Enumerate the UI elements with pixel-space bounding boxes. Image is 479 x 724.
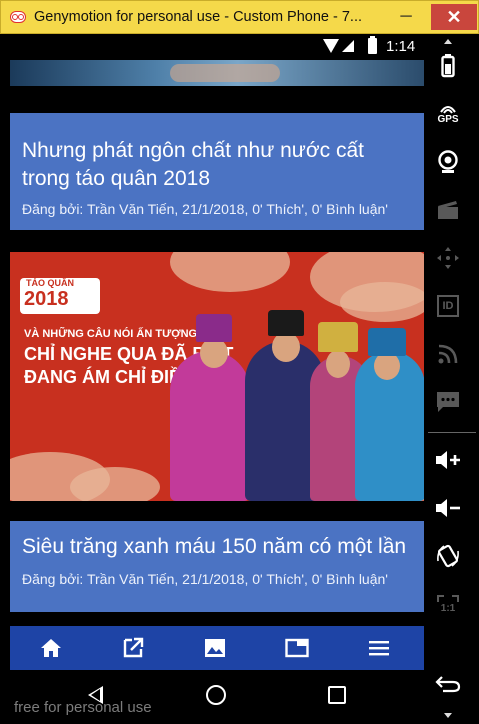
battery-icon <box>368 36 377 54</box>
volume-down-button[interactable] <box>428 488 468 528</box>
scale-label: 1:1 <box>440 602 456 614</box>
pixel-perfect-button[interactable]: 1:1 <box>428 584 468 624</box>
phone-screen: 1:14 Nhưng phát ngôn chất như nước cất t… <box>10 34 424 670</box>
back-tool-button[interactable] <box>428 664 468 704</box>
close-button[interactable]: ✕ <box>431 4 477 30</box>
webcam-tool-button[interactable] <box>428 142 468 182</box>
rss-icon <box>438 344 458 364</box>
volume-down-icon <box>436 499 460 517</box>
scroll-up-arrow[interactable] <box>444 39 452 44</box>
dpad-icon <box>437 247 459 269</box>
badge-title: TÁO QUÂN <box>26 278 74 288</box>
nav-gallery-button[interactable] <box>174 626 256 670</box>
battery-tool-button[interactable] <box>428 46 468 86</box>
bottom-navigation <box>10 626 424 670</box>
figure-hat <box>368 328 406 356</box>
scroll-down-arrow[interactable] <box>444 713 452 718</box>
personal-use-watermark: free for personal use <box>14 699 152 716</box>
rotate-screen-icon <box>437 544 459 568</box>
sms-tool-button[interactable] <box>428 382 468 422</box>
device-frame: 1:14 Nhưng phát ngôn chất như nước cất t… <box>0 34 479 724</box>
gps-signal-icon <box>440 105 456 114</box>
decor-cloud <box>70 467 160 501</box>
gps-label: GPS <box>437 113 459 125</box>
window-titlebar: Genymotion for personal use - Custom Pho… <box>0 0 479 34</box>
figure-head <box>272 332 300 362</box>
rotate-button[interactable] <box>428 536 468 576</box>
decor-cloud <box>170 252 290 292</box>
webcam-icon <box>438 150 458 173</box>
nav-tab-button[interactable] <box>256 626 338 670</box>
nav-open-button[interactable] <box>92 626 174 670</box>
wifi-icon <box>323 39 339 53</box>
image-caption-line: VÀ NHỮNG CÂU NÓI ẤN TƯỢNG <box>24 328 198 340</box>
article-card[interactable]: Nhưng phát ngôn chất như nước cất trong … <box>10 113 424 230</box>
badge-year: 2018 <box>24 288 69 310</box>
tab-icon <box>285 638 309 658</box>
costumed-figure <box>170 351 250 501</box>
message-icon <box>437 392 459 412</box>
home-circle-icon[interactable] <box>206 685 226 705</box>
article-meta: Đăng bởi: Trần Văn Tiến, 21/1/2018, 0' T… <box>22 201 388 217</box>
volume-up-button[interactable] <box>428 440 468 480</box>
clapperboard-icon <box>438 201 458 219</box>
previous-article-image[interactable] <box>10 60 424 86</box>
id-icon: ID <box>437 295 459 317</box>
status-time: 1:14 <box>386 38 416 55</box>
figure-hat <box>318 322 358 352</box>
home-icon <box>41 639 61 657</box>
figure-hat <box>196 314 232 342</box>
expand-corners-icon <box>437 594 459 602</box>
genymotion-app-icon <box>10 11 26 23</box>
figure-head <box>374 352 400 380</box>
signal-icon <box>342 40 354 52</box>
article-meta: Đăng bởi: Trần Văn Tiến, 21/1/2018, 0' T… <box>22 571 388 587</box>
article-title[interactable]: Siêu trăng xanh máu 150 năm có một lần <box>22 533 417 561</box>
figure-head <box>326 350 350 378</box>
recent-apps-icon[interactable] <box>328 686 346 704</box>
figure-head <box>200 338 228 368</box>
nav-menu-button[interactable] <box>338 626 420 670</box>
menu-icon <box>369 641 389 656</box>
volume-up-icon <box>436 451 460 469</box>
toolbar-separator <box>428 432 476 433</box>
figure-hat <box>268 310 304 336</box>
remote-control-tool-button[interactable] <box>428 238 468 278</box>
article-card[interactable]: Siêu trăng xanh máu 150 năm có một lần Đ… <box>10 521 424 612</box>
screencast-tool-button[interactable] <box>428 190 468 230</box>
status-bar: 1:14 <box>10 34 424 60</box>
nav-home-button[interactable] <box>10 626 92 670</box>
article-title[interactable]: Nhưng phát ngôn chất như nước cất trong … <box>22 137 417 193</box>
decor-cloud <box>340 282 424 322</box>
image-icon <box>205 639 225 657</box>
article-feature-image[interactable]: TÁO QUÂN 2018 VÀ NHỮNG CÂU NÓI ẤN TƯỢNG … <box>10 252 424 501</box>
battery-widget-icon <box>441 54 455 78</box>
gps-tool-button[interactable]: GPS <box>428 94 468 134</box>
minimize-button[interactable]: ─ <box>391 4 421 30</box>
window-title: Genymotion for personal use - Custom Pho… <box>34 9 363 25</box>
network-tool-button[interactable] <box>428 334 468 374</box>
open-external-icon <box>123 637 144 658</box>
id-label: ID <box>442 300 454 312</box>
return-arrow-icon <box>435 676 461 693</box>
identifiers-tool-button[interactable]: ID <box>428 286 468 326</box>
